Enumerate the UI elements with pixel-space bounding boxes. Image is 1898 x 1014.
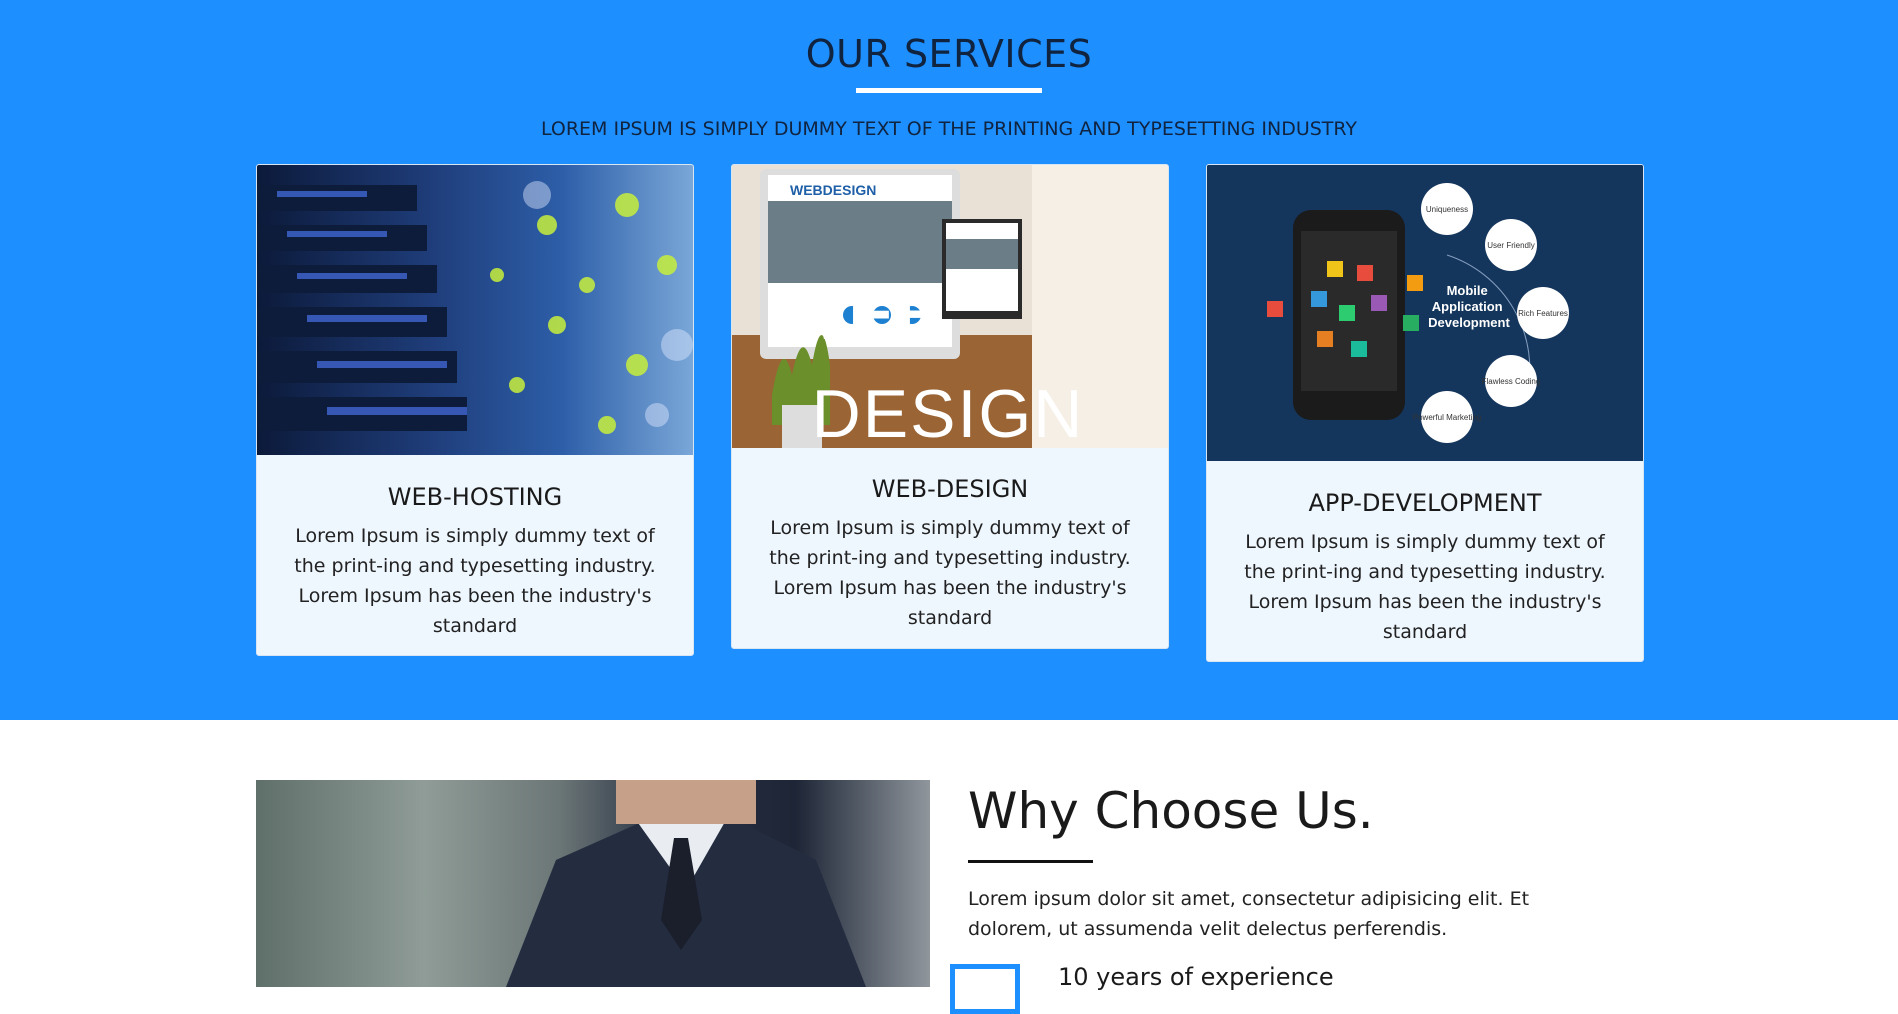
service-card-web-hosting[interactable]: WEB-HOSTING Lorem Ipsum is simply dummy … (256, 164, 694, 656)
service-card-title: APP-DEVELOPMENT (1308, 489, 1542, 517)
bubble-powerful-marketing: Powerful Marketing (1413, 413, 1481, 422)
services-subtitle: LOREM IPSUM IS SIMPLY DUMMY TEXT OF THE … (540, 118, 1357, 140)
bubble-flawless-coding: Flawless Coding (1482, 377, 1541, 386)
bubble-user-friendly: User Friendly (1487, 241, 1535, 250)
why-choose-us-title: Why Choose Us. (968, 782, 1374, 840)
web-design-text-design: DESIGN (812, 376, 1085, 448)
services-title: OUR SERVICES (805, 32, 1093, 76)
web-design-logo-text: WEBDESIGN (790, 182, 876, 198)
service-card-title: WEB-DESIGN (871, 475, 1029, 503)
why-choose-us-text: Lorem ipsum dolor sit amet, consectetur … (968, 888, 1530, 940)
service-card-text: Lorem Ipsum is simply dummy text of the … (769, 517, 1131, 629)
why-title-underline (968, 860, 1093, 863)
bubble-uniqueness: Uniqueness (1426, 205, 1468, 214)
services-section: OUR SERVICES LOREM IPSUM IS SIMPLY DUMMY… (0, 0, 1898, 720)
service-card-text: Lorem Ipsum is simply dummy text of the … (294, 525, 656, 637)
businessman-photo (256, 780, 930, 987)
bubble-rich-features: Rich Features (1518, 309, 1568, 318)
service-card-text: Lorem Ipsum is simply dummy text of the … (1244, 531, 1606, 643)
web-design-desk-image: WEBDESIGN WEB DESIGN (732, 165, 1168, 448)
mobile-app-development-image: Mobile Application Development Uniquenes… (1207, 165, 1643, 461)
service-card-web-design[interactable]: WEBDESIGN WEB DESIGN WEB-DESIGN Lorem Ip… (731, 164, 1169, 649)
service-card-app-development[interactable]: Mobile Application Development Uniquenes… (1206, 164, 1644, 662)
server-rack-image (257, 165, 693, 455)
services-title-underline (856, 88, 1042, 93)
web-design-text-web: WEB (782, 276, 945, 354)
service-card-title: WEB-HOSTING (387, 483, 563, 511)
experience-icon (950, 964, 1020, 1014)
